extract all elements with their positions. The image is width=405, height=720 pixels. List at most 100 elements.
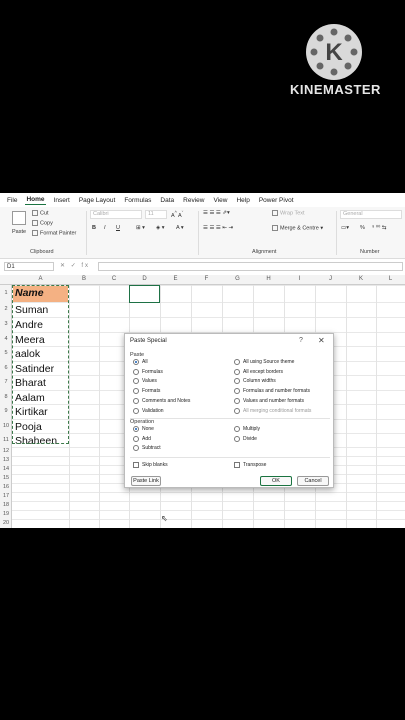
- column-header-j[interactable]: J: [315, 276, 346, 282]
- radio-none[interactable]: None: [133, 426, 154, 432]
- transpose-checkbox[interactable]: Transpose: [234, 462, 266, 468]
- row-header-7[interactable]: 7: [0, 379, 12, 385]
- row-header-15[interactable]: 15: [0, 475, 12, 481]
- radio-formulas-and-number-formats[interactable]: Formulas and number formats: [234, 388, 310, 395]
- font-color-icon[interactable]: A ▾: [176, 225, 184, 231]
- align-horizontal-icons[interactable]: ☰ ☰ ☰ ⇤ ⇥: [203, 225, 233, 231]
- skip-blanks-checkbox[interactable]: Skip blanks: [133, 462, 168, 468]
- borders-icon[interactable]: ⊞ ▾: [136, 225, 145, 231]
- tab-insert[interactable]: Insert: [53, 196, 71, 205]
- tab-home[interactable]: Home: [25, 195, 46, 205]
- tab-help[interactable]: Help: [235, 196, 250, 205]
- name-box[interactable]: D1: [4, 262, 54, 271]
- row-header-20[interactable]: 20: [0, 520, 12, 526]
- grow-font-icon[interactable]: A^ Aˇ: [171, 210, 183, 219]
- cancel-button[interactable]: Cancel: [297, 476, 329, 486]
- column-header-g[interactable]: G: [222, 276, 253, 282]
- radio-formats[interactable]: Formats: [133, 388, 160, 395]
- format-painter-button[interactable]: Format Painter: [32, 230, 76, 236]
- radio-circle[interactable]: [133, 359, 139, 365]
- formula-input[interactable]: [98, 262, 403, 271]
- paste-link-button[interactable]: Paste Link: [131, 476, 161, 486]
- underline-button[interactable]: U: [116, 225, 120, 231]
- radio-circle[interactable]: [133, 378, 139, 385]
- radio-circle[interactable]: [133, 435, 139, 442]
- comma-decimal-icons[interactable]: ⁹ ⁰⁰ ⇆: [372, 225, 386, 231]
- accounting-icon[interactable]: ▭▾: [341, 225, 349, 231]
- fill-color-icon[interactable]: ◈ ▾: [156, 225, 165, 231]
- row-header-12[interactable]: 12: [0, 448, 12, 454]
- row-header-1[interactable]: 1: [0, 290, 12, 296]
- column-header-a[interactable]: A: [12, 276, 69, 282]
- copy-button[interactable]: Copy: [32, 220, 53, 226]
- selected-cell-d1[interactable]: [129, 285, 160, 303]
- column-header-f[interactable]: F: [191, 276, 222, 282]
- radio-circle[interactable]: [234, 378, 240, 385]
- tab-view[interactable]: View: [212, 196, 228, 205]
- row-header-8[interactable]: 8: [0, 394, 12, 400]
- radio-all-using-source-theme[interactable]: All using Source theme: [234, 359, 294, 365]
- paste-icon[interactable]: [12, 211, 26, 225]
- paste-button[interactable]: Paste: [12, 229, 26, 235]
- radio-circle[interactable]: [234, 359, 240, 365]
- radio-divide[interactable]: Divide: [234, 435, 257, 442]
- tab-power-pivot[interactable]: Power Pivot: [258, 196, 295, 205]
- radio-circle[interactable]: [133, 368, 139, 375]
- column-header-l[interactable]: L: [376, 276, 405, 282]
- column-header-e[interactable]: E: [160, 276, 191, 282]
- row-header-14[interactable]: 14: [0, 466, 12, 472]
- column-header-d[interactable]: D: [129, 276, 160, 282]
- percent-button[interactable]: %: [360, 225, 365, 231]
- tab-formulas[interactable]: Formulas: [123, 196, 152, 205]
- radio-circle[interactable]: [133, 426, 139, 432]
- merge-centre-button[interactable]: Merge & Centre ▾: [272, 225, 323, 231]
- number-format-select[interactable]: General: [340, 210, 402, 219]
- radio-validation[interactable]: Validation: [133, 407, 164, 414]
- radio-circle[interactable]: [133, 388, 139, 395]
- row-header-13[interactable]: 13: [0, 457, 12, 463]
- radio-circle[interactable]: [234, 397, 240, 404]
- radio-circle[interactable]: [133, 445, 139, 451]
- radio-circle[interactable]: [133, 407, 139, 414]
- row-header-19[interactable]: 19: [0, 511, 12, 517]
- row-header-3[interactable]: 3: [0, 321, 12, 327]
- help-icon[interactable]: ?: [299, 337, 303, 344]
- font-size-select[interactable]: 11: [145, 210, 167, 219]
- italic-button[interactable]: I: [104, 225, 106, 231]
- radio-values[interactable]: Values: [133, 378, 157, 385]
- row-header-10[interactable]: 10: [0, 423, 12, 429]
- radio-column-widths[interactable]: Column widths: [234, 378, 276, 385]
- row-header-6[interactable]: 6: [0, 365, 12, 371]
- cut-button[interactable]: Cut: [32, 210, 49, 216]
- radio-circle[interactable]: [234, 435, 240, 442]
- tab-data[interactable]: Data: [159, 196, 175, 205]
- column-header-c[interactable]: C: [99, 276, 129, 282]
- radio-multiply[interactable]: Multiply: [234, 426, 260, 432]
- row-header-16[interactable]: 16: [0, 484, 12, 490]
- font-name-select[interactable]: Calibri: [90, 210, 142, 219]
- radio-comments-and-notes[interactable]: Comments and Notes: [133, 397, 190, 404]
- column-header-k[interactable]: K: [346, 276, 376, 282]
- row-header-9[interactable]: 9: [0, 408, 12, 414]
- radio-all-except-borders[interactable]: All except borders: [234, 368, 283, 375]
- column-header-b[interactable]: B: [69, 276, 99, 282]
- row-header-2[interactable]: 2: [0, 306, 12, 312]
- formula-buttons[interactable]: ✕ ✓ fx: [60, 262, 90, 271]
- radio-all-merging-conditional-formats[interactable]: All merging conditional formats: [234, 407, 311, 414]
- wrap-text-button[interactable]: Wrap Text: [272, 210, 305, 216]
- tab-page-layout[interactable]: Page Layout: [78, 196, 117, 205]
- radio-circle[interactable]: [234, 426, 240, 432]
- tab-review[interactable]: Review: [182, 196, 205, 205]
- radio-circle[interactable]: [234, 388, 240, 395]
- column-header-h[interactable]: H: [253, 276, 284, 282]
- row-header-4[interactable]: 4: [0, 336, 12, 342]
- row-header-11[interactable]: 11: [0, 437, 12, 443]
- bold-button[interactable]: B: [92, 225, 96, 231]
- align-top-icons[interactable]: ☰ ☰ ☰ ⇗▾: [203, 210, 230, 216]
- ok-button[interactable]: OK: [260, 476, 292, 486]
- column-header-i[interactable]: I: [284, 276, 315, 282]
- radio-circle[interactable]: [234, 368, 240, 375]
- radio-subtract[interactable]: Subtract: [133, 445, 161, 451]
- radio-circle[interactable]: [234, 407, 240, 414]
- row-header-18[interactable]: 18: [0, 502, 12, 508]
